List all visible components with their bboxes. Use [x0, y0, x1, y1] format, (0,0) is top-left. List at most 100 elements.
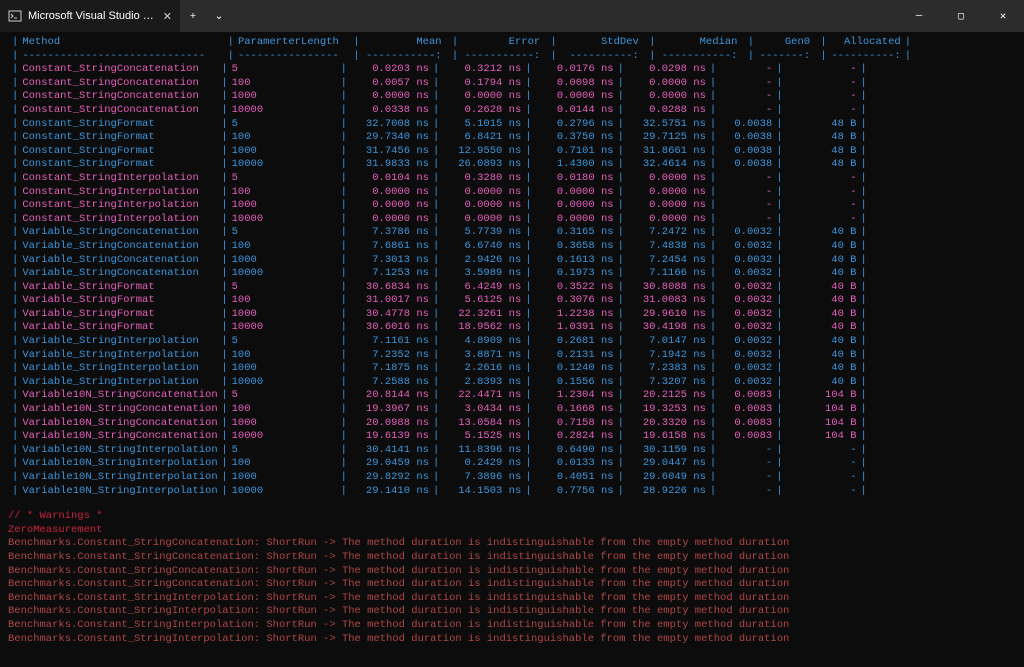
table-row: |Constant_StringFormat|5|32.7008 ns|5.10…: [8, 118, 1016, 132]
cell-stddev: 0.0000 ns: [536, 213, 614, 227]
cell-alloc: -: [787, 213, 857, 227]
cell-stddev: 0.2796 ns: [536, 118, 614, 132]
cell-mean: 0.0338 ns: [351, 104, 429, 118]
table-row: |Constant_StringConcatenation|1000|0.000…: [8, 90, 1016, 104]
cell-mean: 29.8292 ns: [351, 471, 429, 485]
cell-median: 0.0288 ns: [628, 104, 706, 118]
cell-gen0: 0.0032: [720, 254, 772, 268]
maximize-button[interactable]: ▢: [940, 10, 982, 23]
cell-gen0: 0.0032: [720, 267, 772, 281]
cell-stddev: 0.1556 ns: [536, 376, 614, 390]
table-row: |Variable10N_StringConcatenation|10000|1…: [8, 430, 1016, 444]
cell-stddev: 0.2681 ns: [536, 335, 614, 349]
cell-stddev: 0.3165 ns: [536, 226, 614, 240]
cell-param: 100: [232, 77, 337, 91]
cell-gen0: 0.0032: [720, 321, 772, 335]
cell-alloc: 48 B: [787, 145, 857, 159]
terminal-output[interactable]: |Method |ParamerterLength |Mean |Error |…: [0, 32, 1024, 667]
cell-alloc: 40 B: [787, 240, 857, 254]
table-row: |Constant_StringFormat|10000|31.9833 ns|…: [8, 158, 1016, 172]
cell-gen0: -: [720, 471, 772, 485]
table-row: |Constant_StringConcatenation|5|0.0203 n…: [8, 63, 1016, 77]
cell-param: 1000: [232, 199, 337, 213]
cell-error: 2.8393 ns: [443, 376, 521, 390]
cell-param: 100: [232, 131, 337, 145]
cell-mean: 7.3786 ns: [351, 226, 429, 240]
cell-gen0: -: [720, 199, 772, 213]
cell-median: 29.6049 ns: [628, 471, 706, 485]
cell-median: 19.6158 ns: [628, 430, 706, 444]
cell-mean: 30.4778 ns: [351, 308, 429, 322]
window-titlebar: Microsoft Visual Studio Debug... ✕ + ⌄ —…: [0, 0, 1024, 32]
cell-mean: 0.0000 ns: [351, 213, 429, 227]
cell-mean: 31.7456 ns: [351, 145, 429, 159]
cell-method: Variable_StringConcatenation: [22, 267, 217, 281]
cell-method: Variable10N_StringConcatenation: [22, 389, 217, 403]
cell-param: 5: [232, 226, 337, 240]
cell-param: 5: [232, 444, 337, 458]
cell-method: Variable10N_StringConcatenation: [22, 417, 217, 431]
cell-median: 7.2472 ns: [628, 226, 706, 240]
cell-param: 5: [232, 172, 337, 186]
cell-stddev: 0.3076 ns: [536, 294, 614, 308]
cell-method: Constant_StringConcatenation: [22, 63, 217, 77]
active-tab[interactable]: Microsoft Visual Studio Debug... ✕: [0, 0, 180, 32]
cell-mean: 20.8144 ns: [351, 389, 429, 403]
cell-stddev: 1.4300 ns: [536, 158, 614, 172]
cell-gen0: 0.0038: [720, 118, 772, 132]
close-window-button[interactable]: ✕: [982, 10, 1024, 23]
cell-mean: 20.0988 ns: [351, 417, 429, 431]
cell-median: 30.4198 ns: [628, 321, 706, 335]
cell-method: Constant_StringConcatenation: [22, 90, 217, 104]
cell-alloc: 48 B: [787, 158, 857, 172]
cell-param: 1000: [232, 308, 337, 322]
cell-method: Variable_StringInterpolation: [22, 349, 217, 363]
minimize-button[interactable]: —: [898, 10, 940, 22]
col-error: Error: [462, 36, 540, 50]
cell-alloc: -: [787, 199, 857, 213]
cell-stddev: 0.1973 ns: [536, 267, 614, 281]
cell-mean: 30.4141 ns: [351, 444, 429, 458]
col-stddev: StdDev: [561, 36, 639, 50]
tab-dropdown-button[interactable]: ⌄: [206, 0, 232, 32]
table-row: |Constant_StringFormat|1000|31.7456 ns|1…: [8, 145, 1016, 159]
cell-median: 7.2383 ns: [628, 362, 706, 376]
cell-alloc: -: [787, 63, 857, 77]
cell-method: Constant_StringInterpolation: [22, 213, 217, 227]
cell-stddev: 1.0391 ns: [536, 321, 614, 335]
cell-alloc: 40 B: [787, 294, 857, 308]
cell-method: Variable_StringConcatenation: [22, 254, 217, 268]
warning-category: ZeroMeasurement: [8, 524, 1016, 538]
cell-gen0: 0.0083: [720, 417, 772, 431]
col-median: Median: [659, 36, 737, 50]
cell-stddev: 0.0176 ns: [536, 63, 614, 77]
table-row: |Variable_StringFormat|1000|30.4778 ns|2…: [8, 308, 1016, 322]
warnings-header: // * Warnings *: [8, 510, 1016, 524]
cell-method: Constant_StringFormat: [22, 145, 217, 159]
cell-stddev: 0.2131 ns: [536, 349, 614, 363]
cell-param: 100: [232, 349, 337, 363]
cell-error: 22.3261 ns: [443, 308, 521, 322]
warning-line: Benchmarks.Constant_StringConcatenation:…: [8, 565, 1016, 579]
table-row: |Variable10N_StringInterpolation|10000|2…: [8, 485, 1016, 499]
cell-gen0: 0.0032: [720, 335, 772, 349]
table-row: |Variable_StringInterpolation|5|7.1161 n…: [8, 335, 1016, 349]
cell-alloc: 40 B: [787, 281, 857, 295]
cell-param: 1000: [232, 471, 337, 485]
cell-method: Constant_StringFormat: [22, 118, 217, 132]
cell-error: 5.7739 ns: [443, 226, 521, 240]
cell-error: 0.0000 ns: [443, 199, 521, 213]
table-row: |Variable_StringConcatenation|1000|7.301…: [8, 254, 1016, 268]
cell-method: Constant_StringInterpolation: [22, 186, 217, 200]
cell-mean: 7.3013 ns: [351, 254, 429, 268]
warning-line: Benchmarks.Constant_StringInterpolation:…: [8, 605, 1016, 619]
cell-stddev: 0.6490 ns: [536, 444, 614, 458]
cell-gen0: -: [720, 213, 772, 227]
close-tab-icon[interactable]: ✕: [163, 10, 172, 23]
cell-median: 19.3253 ns: [628, 403, 706, 417]
table-row: |Variable10N_StringInterpolation|5|30.41…: [8, 444, 1016, 458]
warning-line: Benchmarks.Constant_StringConcatenation:…: [8, 551, 1016, 565]
new-tab-button[interactable]: +: [180, 0, 206, 32]
cell-stddev: 0.4051 ns: [536, 471, 614, 485]
cell-alloc: 40 B: [787, 376, 857, 390]
